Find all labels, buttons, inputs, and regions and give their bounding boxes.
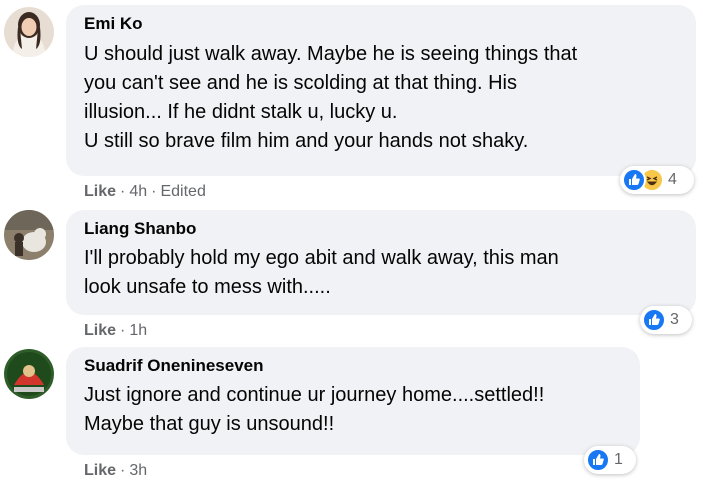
comment-text-line: I'll probably hold my ego abit and walk …	[84, 247, 559, 269]
comment-text-line: U should just walk away. Maybe he is see…	[84, 43, 578, 65]
comment-meta: Like · 4h · Edited	[84, 182, 206, 202]
like-button[interactable]: Like	[84, 462, 116, 479]
comment-text-line: illusion... If he didnt stalk u, lucky u…	[84, 101, 398, 123]
comment-text-line: Just ignore and continue ur journey home…	[84, 384, 545, 406]
comment-bubble: Liang Shanbo I'll probably hold my ego a…	[66, 210, 696, 315]
edited-label: Edited	[160, 183, 206, 200]
comment-meta: Like · 1h	[84, 321, 147, 341]
separator-dot: ·	[120, 322, 126, 339]
comment-meta: Like · 3h	[84, 461, 147, 481]
separator-dot: ·	[151, 183, 157, 200]
reaction-summary[interactable]: 4	[620, 166, 694, 194]
reaction-count: 1	[614, 451, 623, 468]
comment-bubble: Emi Ko U should just walk away. Maybe he…	[66, 5, 696, 176]
comment-time[interactable]: 4h	[129, 183, 147, 200]
comment-text-line: Maybe that guy is unsound!!	[84, 413, 335, 435]
like-button[interactable]: Like	[84, 183, 116, 200]
comment-text-line: look unsafe to mess with.....	[84, 276, 331, 298]
separator-dot: ·	[120, 462, 126, 479]
comment-time[interactable]: 3h	[129, 462, 147, 479]
avatar[interactable]	[4, 7, 54, 57]
like-icon	[586, 448, 610, 472]
like-icon	[642, 308, 666, 332]
reaction-summary[interactable]: 3	[640, 306, 692, 334]
avatar[interactable]	[4, 349, 54, 399]
comment-time[interactable]: 1h	[129, 322, 147, 339]
reaction-count: 4	[668, 171, 677, 188]
comment-bubble: Suadrif Onenineseven Just ignore and con…	[66, 347, 640, 455]
comment-author[interactable]: Liang Shanbo	[84, 218, 678, 240]
comment-author[interactable]: Suadrif Onenineseven	[84, 355, 622, 377]
like-icon	[622, 168, 646, 192]
comment-author[interactable]: Emi Ko	[84, 13, 678, 35]
comment-text-line: you can't see and he is scolding at that…	[84, 72, 517, 94]
comment-text-line: U still so brave film him and your hands…	[84, 130, 529, 152]
separator-dot: ·	[120, 183, 126, 200]
avatar[interactable]	[4, 210, 54, 260]
reaction-count: 3	[670, 311, 679, 328]
like-button[interactable]: Like	[84, 322, 116, 339]
reaction-summary[interactable]: 1	[584, 446, 636, 474]
